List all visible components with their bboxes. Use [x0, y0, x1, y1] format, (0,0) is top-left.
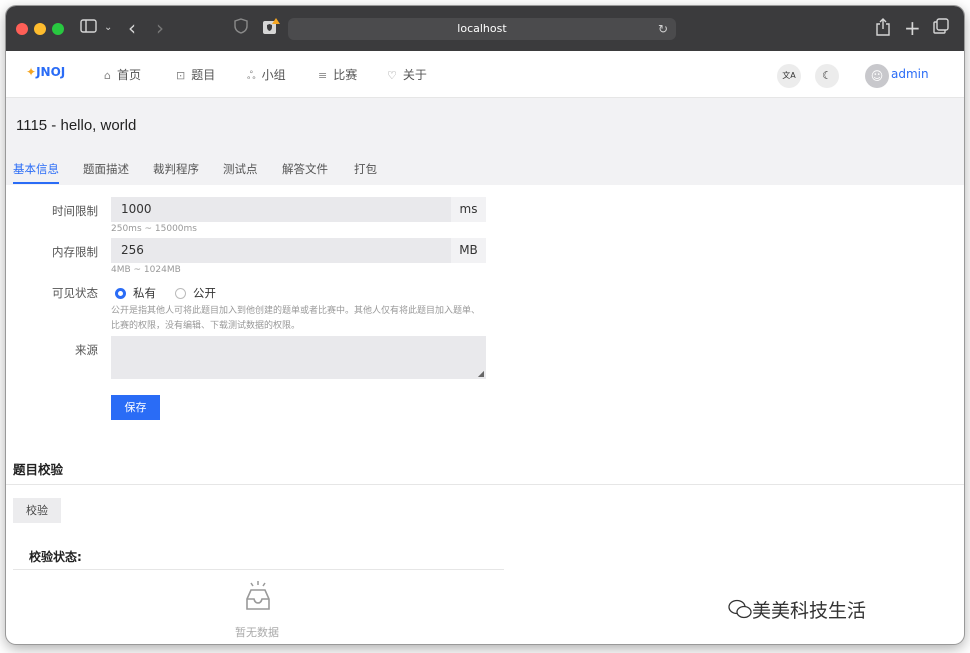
memory-limit-unit: MB — [451, 238, 486, 263]
section-divider — [6, 484, 964, 485]
source-textarea[interactable]: ◢ — [111, 336, 486, 379]
new-tab-icon[interactable]: + — [904, 18, 921, 38]
nav-item-label: 首页 — [116, 68, 141, 82]
watermark-chat-icon — [728, 598, 752, 623]
empty-state-text: 暂无数据 — [235, 626, 279, 639]
verify-button[interactable]: 校验 — [13, 498, 61, 523]
resize-handle-icon[interactable]: ◢ — [478, 369, 484, 378]
verify-status-label: 校验状态: — [29, 550, 82, 564]
tab-solution-files[interactable]: 解答文件 — [282, 161, 328, 177]
nav-item-about[interactable]: ♡ 关于 — [387, 66, 427, 83]
address-bar[interactable]: localhost ↻ — [288, 18, 676, 40]
logo-text: JNOJ — [36, 65, 66, 79]
tab-package[interactable]: 打包 — [354, 161, 377, 177]
visibility-private-label[interactable]: 私有 — [133, 285, 156, 301]
tab-overview-icon[interactable] — [933, 18, 949, 39]
minimize-window-button[interactable] — [34, 23, 46, 35]
nav-item-home[interactable]: ⌂ 首页 — [104, 66, 141, 83]
visibility-private-radio[interactable] — [115, 288, 126, 299]
browser-window: ⌄ ‹ › localhost ↻ + ✦JNOJ ⌂ 首页 ⊡ 题目 ஃ 小组… — [6, 6, 964, 644]
nav-item-problems[interactable]: ⊡ 题目 — [176, 66, 215, 83]
reload-icon[interactable]: ↻ — [658, 18, 668, 40]
back-arrow-icon[interactable]: ‹ — [128, 18, 136, 38]
url-text: localhost — [457, 22, 507, 35]
time-limit-unit: ms — [451, 197, 486, 222]
list-icon: ≡ — [318, 69, 328, 82]
watermark-text: 美美科技生活 — [752, 600, 867, 622]
close-window-button[interactable] — [16, 23, 28, 35]
chevron-down-icon[interactable]: ⌄ — [104, 18, 112, 38]
site-logo[interactable]: ✦JNOJ — [26, 65, 65, 79]
time-limit-input[interactable]: 1000 — [111, 197, 451, 222]
forward-arrow-icon[interactable]: › — [156, 18, 164, 38]
time-limit-label: 时间限制 — [52, 204, 98, 218]
problem-header: 1115 - hello, world 基本信息 题面描述 裁判程序 测试点 解… — [6, 98, 964, 185]
time-limit-hint: 250ms ~ 15000ms — [111, 224, 197, 234]
tab-basic-info[interactable]: 基本信息 — [13, 161, 59, 177]
dark-mode-button[interactable]: ☾ — [815, 64, 839, 88]
logo-emblem-icon: ✦ — [26, 65, 37, 79]
nav-item-label: 关于 — [402, 68, 427, 82]
tab-description[interactable]: 题面描述 — [83, 161, 129, 177]
browser-toolbar: ⌄ ‹ › localhost ↻ + — [6, 6, 964, 51]
status-divider — [13, 569, 504, 570]
nav-item-contests[interactable]: ≡ 比赛 — [318, 66, 357, 83]
nav-item-label: 小组 — [261, 68, 286, 82]
username-link[interactable]: admin — [891, 67, 929, 81]
visibility-public-radio[interactable] — [175, 288, 186, 299]
heart-icon: ♡ — [387, 69, 397, 82]
memory-limit-label: 内存限制 — [52, 245, 98, 259]
group-icon: ஃ — [247, 69, 256, 82]
empty-inbox-icon — [241, 579, 275, 616]
visibility-label: 可见状态 — [52, 286, 98, 300]
share-icon[interactable] — [876, 18, 890, 41]
privacy-shield-icon[interactable] — [234, 18, 248, 39]
tab-judge-program[interactable]: 裁判程序 — [153, 161, 199, 177]
user-avatar[interactable]: ☺ — [865, 64, 889, 88]
source-label: 来源 — [75, 343, 98, 357]
site-navbar: ✦JNOJ ⌂ 首页 ⊡ 题目 ஃ 小组 ≡ 比赛 ♡ 关于 文A ☾ ☺ admin — [6, 51, 964, 98]
save-button[interactable]: 保存 — [111, 395, 160, 420]
nav-item-label: 比赛 — [333, 68, 358, 82]
page-title: 1115 - hello, world — [16, 117, 137, 134]
problem-icon: ⊡ — [176, 69, 186, 82]
memory-limit-hint: 4MB ~ 1024MB — [111, 265, 181, 275]
translate-button[interactable]: 文A — [777, 64, 801, 88]
visibility-public-label[interactable]: 公开 — [193, 285, 216, 301]
active-tab-indicator — [13, 182, 59, 184]
home-icon: ⌂ — [104, 69, 111, 82]
sidebar-toggle-icon[interactable] — [80, 18, 98, 39]
nav-item-label: 题目 — [191, 68, 216, 82]
memory-limit-input[interactable]: 256 — [111, 238, 451, 263]
password-extension-icon[interactable] — [262, 18, 280, 41]
verify-section-title: 题目校验 — [13, 462, 64, 477]
visibility-description: 公开是指其他人可将此题目加入到他创建的题单或者比赛中。其他人仅有将此题目加入题单… — [111, 306, 481, 331]
nav-item-groups[interactable]: ஃ 小组 — [247, 66, 286, 84]
zoom-window-button[interactable] — [52, 23, 64, 35]
tab-test-points[interactable]: 测试点 — [223, 161, 258, 177]
